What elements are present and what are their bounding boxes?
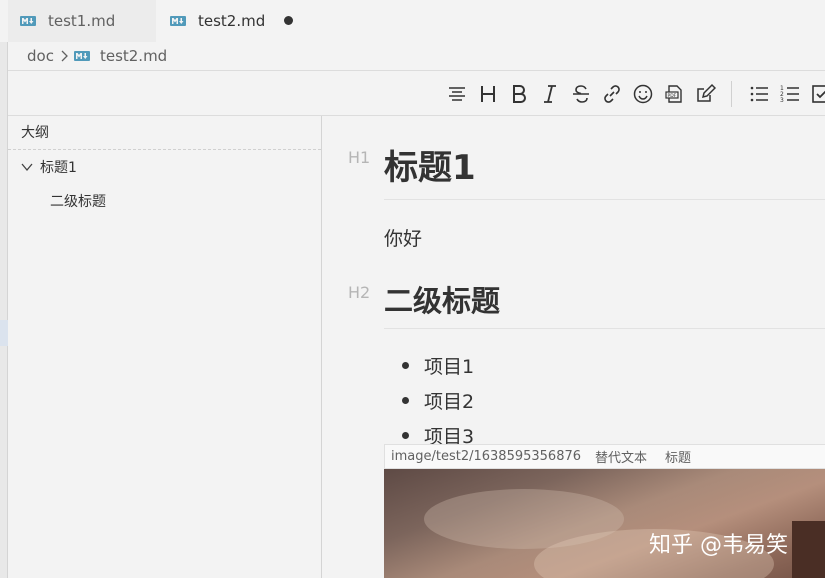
chevron-down-icon[interactable]: [20, 160, 34, 174]
bullet-icon: [402, 362, 409, 369]
numbered-list-icon[interactable]: 123: [778, 82, 802, 106]
heading-icon[interactable]: [476, 82, 500, 106]
bullet-list: 项目1 项目2 项目3: [384, 348, 474, 453]
bold-icon[interactable]: [507, 82, 531, 106]
breadcrumb: doc test2.md: [8, 42, 825, 70]
bullet-icon: [402, 397, 409, 404]
italic-icon[interactable]: [538, 82, 562, 106]
breadcrumb-file[interactable]: test2.md: [73, 47, 168, 65]
embedded-image[interactable]: 知乎 @韦易笑: [384, 469, 825, 578]
tab-label: test2.md: [198, 12, 266, 30]
pdf-export-icon[interactable]: PDF: [662, 82, 686, 106]
outline-panel: 大纲 标题1 二级标题: [8, 116, 322, 578]
breadcrumb-file-label: test2.md: [99, 47, 168, 65]
svg-text:3: 3: [780, 97, 784, 104]
bullet-list-icon[interactable]: [747, 82, 771, 106]
list-item-text: 项目2: [424, 391, 475, 413]
breadcrumb-folder[interactable]: doc: [27, 47, 54, 65]
h2-marker: H2: [348, 283, 371, 302]
list-item-text: 项目1: [424, 356, 475, 378]
tab-label: test1.md: [48, 12, 116, 30]
strip-marker: [0, 320, 8, 346]
image-path-field[interactable]: image/test2/1638595356876: [391, 449, 581, 464]
strikethrough-icon[interactable]: [569, 82, 593, 106]
h1-marker: H1: [348, 148, 371, 167]
activity-strip: [0, 42, 8, 578]
image-source-bar[interactable]: image/test2/1638595356876 替代文本 标题: [384, 444, 825, 469]
image-alt-field[interactable]: 替代文本: [595, 447, 647, 466]
outline-item-label: 标题1: [40, 160, 77, 176]
svg-text:PDF: PDF: [668, 93, 677, 99]
image-building: [792, 521, 825, 578]
list-item[interactable]: 项目1: [384, 348, 474, 383]
image-title-field[interactable]: 标题: [665, 447, 691, 466]
heading-2[interactable]: 二级标题: [384, 279, 825, 329]
markdown-editor[interactable]: H1 标题1 你好 H2 二级标题 项目1 项目2 项目3 image/test…: [322, 116, 825, 578]
markdown-icon: [20, 16, 36, 26]
outline-title: 大纲: [8, 116, 321, 150]
align-center-icon[interactable]: [445, 82, 469, 106]
image-watermark: 知乎 @韦易笑: [649, 533, 788, 558]
paragraph[interactable]: 你好: [384, 224, 422, 251]
markdown-icon: [73, 51, 90, 61]
bullet-icon: [402, 432, 409, 439]
outline-item-label: 二级标题: [50, 194, 106, 210]
heading-1[interactable]: 标题1: [384, 144, 825, 200]
edit-icon[interactable]: [693, 82, 717, 106]
outline-item-heading1[interactable]: 标题1: [8, 150, 321, 184]
list-item[interactable]: 项目2: [384, 383, 474, 418]
outline-item-heading2[interactable]: 二级标题: [8, 184, 321, 218]
tab-bar: test1.md test2.md: [0, 0, 825, 42]
unsaved-dot-icon[interactable]: [284, 16, 293, 25]
markdown-icon: [170, 16, 186, 26]
toolbar-divider: [731, 81, 732, 107]
chevron-right-icon: [61, 50, 68, 62]
tab-test1[interactable]: test1.md: [8, 0, 156, 42]
markdown-toolbar: PDF 123: [8, 70, 825, 116]
task-list-icon[interactable]: [809, 82, 825, 106]
link-icon[interactable]: [600, 82, 624, 106]
editor-window: test1.md test2.md doc test2.md PDF 1 2 3…: [0, 0, 825, 578]
emoji-icon[interactable]: [631, 82, 655, 106]
